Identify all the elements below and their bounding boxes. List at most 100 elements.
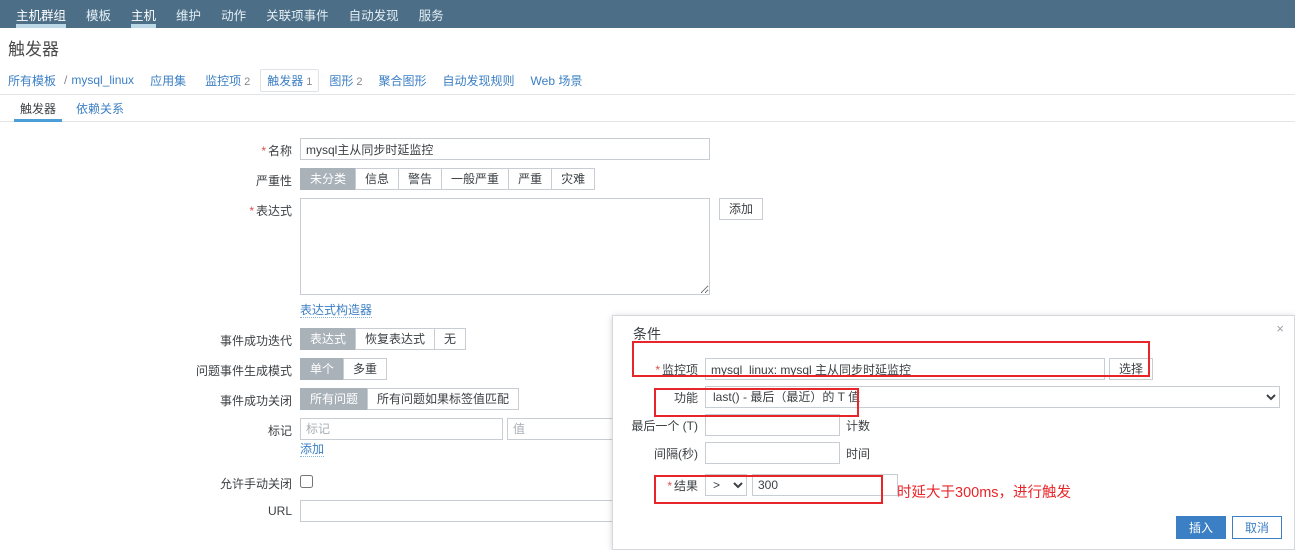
severity-button-group: 未分类 信息 警告 一般严重 严重 灾难 xyxy=(300,168,596,190)
dialog-row-interval: 间隔(秒) 时间 xyxy=(623,442,1284,464)
breadcrumb-item-label: 监控项 xyxy=(205,73,242,88)
breadcrumb-item-applications[interactable]: 应用集 xyxy=(144,70,195,91)
form-row-name: * 名称 xyxy=(0,138,1295,160)
severity-option-disaster[interactable]: 灾难 xyxy=(551,168,596,190)
problem-event-mode-group: 单个 多重 xyxy=(300,358,388,380)
interval-label: 间隔(秒) xyxy=(654,446,698,461)
breadcrumb-separator: / xyxy=(64,73,68,87)
form-row-severity: 严重性 未分类 信息 警告 一般严重 严重 灾难 xyxy=(0,168,1295,190)
dialog-title: 条件 xyxy=(633,326,661,342)
cancel-button[interactable]: 取消 xyxy=(1231,516,1282,539)
interval-unit: 时间 xyxy=(846,446,871,461)
trigger-name-input[interactable] xyxy=(300,138,710,160)
allow-manual-close-label: 允许手动关闭 xyxy=(219,477,292,491)
spacer-label xyxy=(0,303,300,307)
severity-label: 严重性 xyxy=(255,174,292,188)
ok-event-option-recovery-expression[interactable]: 恢复表达式 xyxy=(355,328,436,350)
url-label: URL xyxy=(267,504,292,518)
severity-option-high[interactable]: 严重 xyxy=(508,168,553,190)
item-label: * 监控项 xyxy=(655,362,698,377)
dialog-row-item: *监控项 选择 xyxy=(623,358,1284,380)
last-t-unit: 计数 xyxy=(846,418,871,433)
dialog-footer: 插入 取消 xyxy=(1175,516,1282,539)
event-close-group: 所有问题 所有问题如果标签值匹配 xyxy=(300,388,520,410)
severity-option-warning[interactable]: 警告 xyxy=(398,168,443,190)
item-select-button[interactable]: 选择 xyxy=(1109,358,1154,380)
item-input[interactable] xyxy=(705,358,1105,380)
topnav-label: 关联项事件 xyxy=(266,8,329,23)
allow-manual-close-checkbox[interactable] xyxy=(300,475,313,488)
breadcrumb-item-items[interactable]: 监控项 2 xyxy=(199,70,256,91)
breadcrumb-item-label: 触发器 xyxy=(267,73,304,88)
result-label: * 结果 xyxy=(667,478,698,493)
insert-button[interactable]: 插入 xyxy=(1175,516,1226,539)
breadcrumb-template-name[interactable]: mysql_linux xyxy=(71,73,134,87)
expression-label: * 表达式 xyxy=(249,204,292,218)
annotation-note: 时延大于300ms，进行触发 xyxy=(897,485,1072,501)
breadcrumb-item-label: 自动发现规则 xyxy=(442,73,515,88)
breadcrumb-item-discovery-rules[interactable]: 自动发现规则 xyxy=(437,70,521,91)
breadcrumb-item-web-scenarios[interactable]: Web 场景 xyxy=(525,70,589,91)
last-t-input[interactable] xyxy=(705,414,840,436)
breadcrumb-item-count: 1 xyxy=(306,75,313,88)
ok-event-option-expression[interactable]: 表达式 xyxy=(300,328,357,350)
condition-dialog: 条件 × *监控项 选择 功能 last() - 最后（最近）的 T 值 最后一… xyxy=(612,315,1295,550)
topnav-item-hosts[interactable]: 主机 xyxy=(121,0,166,28)
topnav-label: 动作 xyxy=(221,8,247,23)
required-marker: * xyxy=(655,362,660,377)
breadcrumb-all-templates[interactable]: 所有模板 xyxy=(8,72,56,89)
topnav-item-templates[interactable]: 模板 xyxy=(76,0,121,28)
severity-option-not-classified[interactable]: 未分类 xyxy=(300,168,357,190)
dialog-row-last-t: 最后一个 (T) 计数 xyxy=(623,414,1284,436)
problem-event-mode-label: 问题事件生成模式 xyxy=(195,364,292,378)
breadcrumb-item-label: Web 场景 xyxy=(530,73,583,88)
breadcrumb-item-triggers[interactable]: 触发器 1 xyxy=(260,68,320,92)
function-label: 功能 xyxy=(673,390,698,405)
problem-event-option-single[interactable]: 单个 xyxy=(300,358,345,380)
breadcrumb-item-screens[interactable]: 聚合图形 xyxy=(373,70,433,91)
tab-trigger[interactable]: 触发器 xyxy=(10,95,66,122)
page-header: 触发器 xyxy=(0,28,1295,66)
topnav-label: 服务 xyxy=(418,8,444,23)
expression-add-button[interactable]: 添加 xyxy=(719,198,764,220)
topnav-item-host-groups[interactable]: 主机群组 xyxy=(6,0,76,28)
topnav-label: 主机群组 xyxy=(16,8,67,23)
expression-constructor-link[interactable]: 表达式构造器 xyxy=(300,303,373,318)
required-marker: * xyxy=(667,478,672,493)
sub-tabs: 触发器 依赖关系 xyxy=(0,95,1295,122)
dialog-row-function: 功能 last() - 最后（最近）的 T 值 xyxy=(623,386,1284,408)
topnav-label: 自动发现 xyxy=(348,8,399,23)
function-select[interactable]: last() - 最后（最近）的 T 值 xyxy=(705,386,1280,408)
problem-event-option-multiple[interactable]: 多重 xyxy=(343,358,388,380)
tag-name-input[interactable] xyxy=(300,418,503,440)
severity-option-average[interactable]: 一般严重 xyxy=(441,168,510,190)
topnav-label: 主机 xyxy=(131,8,157,23)
topnav-item-discovery[interactable]: 自动发现 xyxy=(339,0,409,28)
topnav-item-services[interactable]: 服务 xyxy=(409,0,454,28)
result-value-input[interactable] xyxy=(752,474,898,496)
dialog-header: 条件 × xyxy=(613,316,1294,348)
severity-option-information[interactable]: 信息 xyxy=(355,168,400,190)
event-close-option-tag-match[interactable]: 所有问题如果标签值匹配 xyxy=(367,388,520,410)
topnav-item-maintenance[interactable]: 维护 xyxy=(166,0,211,28)
result-operator-select[interactable]: > xyxy=(705,474,747,496)
tab-dependencies[interactable]: 依赖关系 xyxy=(66,95,134,121)
event-success-iteration-group: 表达式 恢复表达式 无 xyxy=(300,328,467,350)
interval-input[interactable] xyxy=(705,442,840,464)
topnav-item-actions[interactable]: 动作 xyxy=(211,0,256,28)
breadcrumb-item-graphs[interactable]: 图形 2 xyxy=(323,70,368,91)
close-icon[interactable]: × xyxy=(1276,322,1284,335)
breadcrumb-item-label: 应用集 xyxy=(150,73,187,88)
ok-event-option-none[interactable]: 无 xyxy=(434,328,467,350)
name-label: * 名称 xyxy=(261,144,292,158)
topnav-label: 模板 xyxy=(86,8,112,23)
tab-label: 触发器 xyxy=(20,101,57,116)
topnav-item-correlation[interactable]: 关联项事件 xyxy=(256,0,339,28)
tag-add-link[interactable]: 添加 xyxy=(300,442,325,457)
breadcrumb-item-count: 2 xyxy=(244,75,251,88)
breadcrumb: 所有模板 / mysql_linux 应用集 监控项 2 触发器 1 图形 2 聚合图… xyxy=(0,66,1295,95)
event-close-option-all-problems[interactable]: 所有问题 xyxy=(300,388,369,410)
tab-label: 依赖关系 xyxy=(76,101,125,116)
expression-textarea[interactable] xyxy=(300,198,710,295)
dialog-body: *监控项 选择 功能 last() - 最后（最近）的 T 值 最后一个 (T)… xyxy=(613,348,1294,496)
